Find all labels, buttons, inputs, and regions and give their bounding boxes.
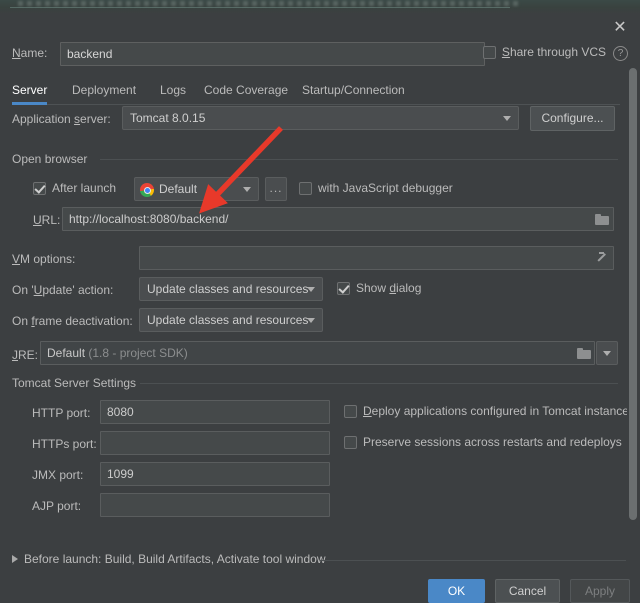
jmx-port-input[interactable]: 1099 — [100, 462, 330, 486]
https-port-input[interactable] — [100, 431, 330, 455]
js-debugger-group[interactable]: with JavaScript debugger — [299, 181, 453, 195]
application-server-value: Tomcat 8.0.15 — [130, 111, 206, 125]
show-dialog-group[interactable]: Show dialog — [337, 281, 421, 295]
on-frame-deactivation-value: Update classes and resources — [147, 313, 309, 327]
tab-code-coverage[interactable]: Code Coverage — [204, 78, 288, 105]
url-label: URL: — [33, 213, 61, 227]
jre-combo-arrow[interactable] — [596, 341, 618, 365]
url-input[interactable]: http://localhost:8080/backend/ — [62, 207, 614, 231]
chevron-down-icon — [307, 318, 315, 323]
application-server-combo[interactable]: Tomcat 8.0.15 — [122, 106, 519, 130]
tab-bar: Server Deployment Logs Code Coverage Sta… — [12, 78, 620, 105]
background-text-blur — [18, 1, 520, 6]
tab-deployment[interactable]: Deployment — [72, 78, 136, 105]
http-port-label: HTTP port: — [32, 406, 91, 420]
scrollbar-thumb[interactable] — [629, 68, 637, 520]
expand-icon[interactable] — [598, 252, 608, 262]
ajp-port-input[interactable] — [100, 493, 330, 517]
show-dialog-checkbox[interactable] — [337, 281, 350, 295]
http-port-input[interactable]: 8080 — [100, 400, 330, 424]
vm-options-input[interactable] — [139, 246, 614, 270]
on-update-action-combo[interactable]: Update classes and resources — [139, 277, 323, 301]
share-vcs-label[interactable]: Share through VCS — [502, 45, 606, 59]
jre-value: Default — [47, 346, 86, 360]
name-row: Name: backend Share through VCS ? — [12, 42, 630, 66]
js-debugger-checkbox[interactable] — [299, 181, 312, 195]
close-icon[interactable]: ✕ — [610, 18, 630, 38]
tab-server[interactable]: Server — [12, 78, 48, 105]
tomcat-settings-separator — [140, 383, 618, 384]
on-frame-deactivation-combo[interactable]: Update classes and resources — [139, 308, 323, 332]
open-browser-section-title: Open browser — [12, 152, 88, 166]
before-launch-separator — [320, 560, 626, 561]
deploy-apps-checkbox[interactable] — [344, 404, 357, 418]
tab-logs[interactable]: Logs — [160, 78, 186, 105]
configure-button[interactable]: Configure... — [530, 106, 615, 131]
chevron-down-icon — [243, 187, 251, 192]
preserve-sessions-label[interactable]: Preserve sessions across restarts and re… — [363, 435, 622, 449]
ok-button[interactable]: OK — [428, 579, 485, 603]
browser-combo[interactable]: Default — [134, 177, 259, 201]
jre-hint: (1.8 - project SDK) — [88, 346, 188, 360]
on-update-action-label: On 'Update' action: — [12, 283, 114, 297]
chevron-down-icon — [503, 116, 511, 121]
preserve-sessions-group[interactable]: Preserve sessions across restarts and re… — [344, 435, 622, 449]
jre-input[interactable]: Default (1.8 - project SDK) — [40, 341, 595, 365]
vm-options-label: VM options: — [12, 252, 76, 266]
show-dialog-label[interactable]: Show dialog — [356, 281, 421, 295]
application-server-label: Application server: — [12, 112, 111, 126]
js-debugger-label[interactable]: with JavaScript debugger — [318, 181, 453, 195]
tomcat-settings-section-title: Tomcat Server Settings — [12, 376, 137, 390]
open-browser-separator — [100, 159, 618, 160]
preserve-sessions-checkbox[interactable] — [344, 435, 357, 449]
after-launch-label[interactable]: After launch — [52, 181, 116, 195]
name-input[interactable]: backend — [60, 42, 485, 66]
background-rule — [10, 7, 510, 8]
https-port-label: HTTPs port: — [32, 437, 97, 451]
chevron-down-icon — [603, 351, 611, 356]
apply-button: Apply — [570, 579, 630, 603]
after-launch-checkbox[interactable] — [33, 181, 46, 195]
jre-folder-icon[interactable] — [577, 348, 591, 359]
folder-icon[interactable] — [595, 214, 609, 225]
chrome-icon — [140, 183, 154, 197]
browser-value: Default — [159, 182, 198, 196]
browser-more-button[interactable]: ... — [265, 177, 287, 201]
help-icon[interactable]: ? — [613, 46, 628, 61]
deploy-apps-group[interactable]: Deploy applications configured in Tomcat… — [344, 404, 629, 418]
ajp-port-label: AJP port: — [32, 499, 82, 513]
tab-startup-connection[interactable]: Startup/Connection — [302, 78, 405, 105]
background-strip — [0, 0, 640, 14]
before-launch-row[interactable]: Before launch: Build, Build Artifacts, A… — [12, 552, 326, 566]
on-update-action-value: Update classes and resources — [147, 282, 309, 296]
expand-triangle-icon[interactable] — [12, 555, 18, 563]
before-launch-label[interactable]: Before launch: Build, Build Artifacts, A… — [24, 552, 326, 566]
on-frame-deactivation-label: On frame deactivation: — [12, 314, 133, 328]
scrollbar-track[interactable] — [627, 64, 638, 534]
jmx-port-label: JMX port: — [32, 468, 84, 482]
jre-label: JRE: — [12, 348, 39, 362]
after-launch-group[interactable]: After launch — [33, 181, 116, 195]
share-vcs-checkbox[interactable] — [482, 45, 496, 59]
share-vcs-group[interactable]: Share through VCS — [482, 45, 606, 59]
name-label: Name: — [12, 46, 48, 60]
chevron-down-icon — [307, 287, 315, 292]
cancel-button[interactable]: Cancel — [495, 579, 560, 603]
deploy-apps-label[interactable]: Deploy applications configured in Tomcat… — [363, 404, 629, 418]
run-configuration-dialog: ✕ Name: backend Share through VCS ? Serv… — [0, 14, 640, 603]
